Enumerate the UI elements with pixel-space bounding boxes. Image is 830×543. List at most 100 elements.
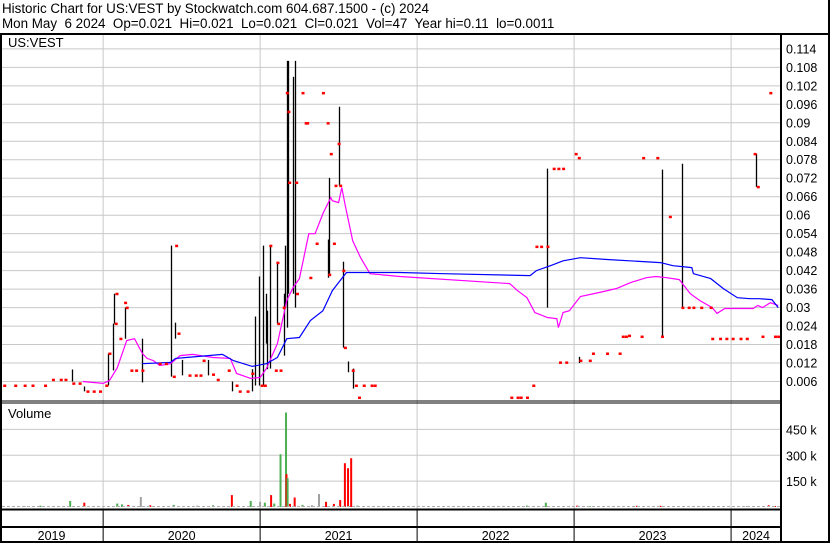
- close-mark: [44, 384, 48, 388]
- close-mark: [108, 352, 112, 355]
- close-mark: [731, 337, 735, 341]
- close-mark: [642, 156, 646, 160]
- close-mark: [588, 359, 592, 363]
- price-tick-label: 0.09: [786, 116, 810, 130]
- price-tick-label: 0.06: [786, 209, 810, 223]
- close-mark: [342, 269, 346, 273]
- year-label: 2019: [38, 529, 66, 543]
- close-mark: [668, 215, 672, 219]
- close-mark: [14, 384, 18, 388]
- close-mark: [334, 184, 338, 188]
- volume-bar: [350, 458, 353, 507]
- close-mark: [761, 335, 765, 339]
- close-mark: [158, 362, 162, 366]
- price-tick-label: 0.006: [786, 375, 817, 389]
- price-tick-label: 0.012: [786, 357, 817, 371]
- close-mark: [279, 369, 283, 372]
- close-mark: [358, 396, 362, 400]
- close-mark: [309, 276, 313, 280]
- close-mark: [579, 359, 583, 363]
- close-mark: [769, 91, 773, 95]
- price-bars: [71, 60, 758, 392]
- close-mark: [115, 292, 119, 296]
- close-mark: [177, 332, 181, 335]
- volume-bar: [286, 478, 289, 507]
- volume-bar: [347, 468, 350, 507]
- close-mark: [753, 152, 757, 156]
- close-mark: [164, 362, 168, 366]
- volume-bars: [2, 412, 781, 507]
- price-tick-label: 0.096: [786, 98, 817, 112]
- close-mark: [212, 373, 216, 376]
- price-tick-label: 0.042: [786, 264, 817, 278]
- close-mark: [370, 384, 374, 388]
- close-mark: [315, 242, 319, 246]
- close-mark: [23, 384, 27, 388]
- volume-bar: [339, 500, 342, 507]
- close-mark: [130, 369, 134, 372]
- close-mark: [774, 335, 778, 339]
- price-tick-label: 0.054: [786, 227, 817, 241]
- close-mark: [354, 384, 358, 388]
- volume-bar: [343, 463, 346, 507]
- price-tick-label: 0.03: [786, 301, 810, 315]
- close-mark: [199, 374, 203, 377]
- volume-tick-label: 150 k: [786, 475, 817, 489]
- close-mark: [194, 374, 198, 377]
- close-mark: [519, 396, 523, 400]
- year-label: 2023: [639, 529, 667, 543]
- close-mark: [64, 378, 68, 382]
- close-mark: [188, 374, 192, 377]
- volume-tick-label: 450 k: [786, 423, 817, 437]
- volume-tick-label: 300 k: [786, 449, 817, 463]
- close-mark: [263, 384, 267, 388]
- close-mark: [260, 384, 264, 388]
- close-mark: [282, 306, 286, 310]
- symbol-label: US:VEST: [8, 35, 64, 50]
- close-mark: [640, 335, 644, 339]
- close-mark: [343, 346, 347, 350]
- moving-averages: [82, 187, 779, 385]
- price-tick-label: 0.048: [786, 246, 817, 260]
- close-mark: [238, 390, 242, 393]
- close-mark: [739, 337, 743, 341]
- close-mark: [339, 184, 343, 188]
- volume-bar: [279, 454, 282, 507]
- close-mark: [628, 334, 632, 338]
- close-mark: [700, 306, 704, 310]
- close-mark: [105, 384, 109, 388]
- close-mark: [285, 91, 289, 95]
- close-mark: [558, 361, 562, 364]
- close-mark: [216, 378, 220, 382]
- volume-bar: [249, 500, 252, 507]
- close-mark: [661, 335, 665, 339]
- close-mark: [141, 369, 145, 372]
- close-mark: [306, 122, 310, 125]
- volume-label: Volume: [8, 406, 51, 421]
- close-mark: [329, 152, 333, 156]
- close-mark: [125, 306, 129, 310]
- volume-bar: [139, 497, 142, 507]
- close-mark: [332, 242, 336, 246]
- close-mark: [525, 396, 529, 400]
- close-mark: [574, 152, 578, 156]
- price-tick-label: 0.108: [786, 61, 817, 75]
- close-mark: [745, 337, 749, 341]
- close-mark: [227, 369, 231, 372]
- close-mark: [337, 142, 341, 146]
- year-label: 2024: [742, 529, 770, 543]
- close-mark: [72, 382, 76, 385]
- close-mark: [777, 335, 781, 339]
- close-mark: [295, 181, 299, 185]
- close-mark: [277, 322, 281, 326]
- price-tick-label: 0.066: [786, 190, 817, 204]
- close-mark: [175, 244, 179, 248]
- close-mark: [321, 91, 325, 95]
- close-mark: [124, 301, 128, 305]
- close-mark: [756, 185, 760, 189]
- year-label: 2022: [482, 529, 510, 543]
- close-mark: [516, 396, 520, 400]
- close-mark: [681, 306, 685, 310]
- close-mark: [687, 306, 691, 310]
- close-mark: [328, 273, 332, 277]
